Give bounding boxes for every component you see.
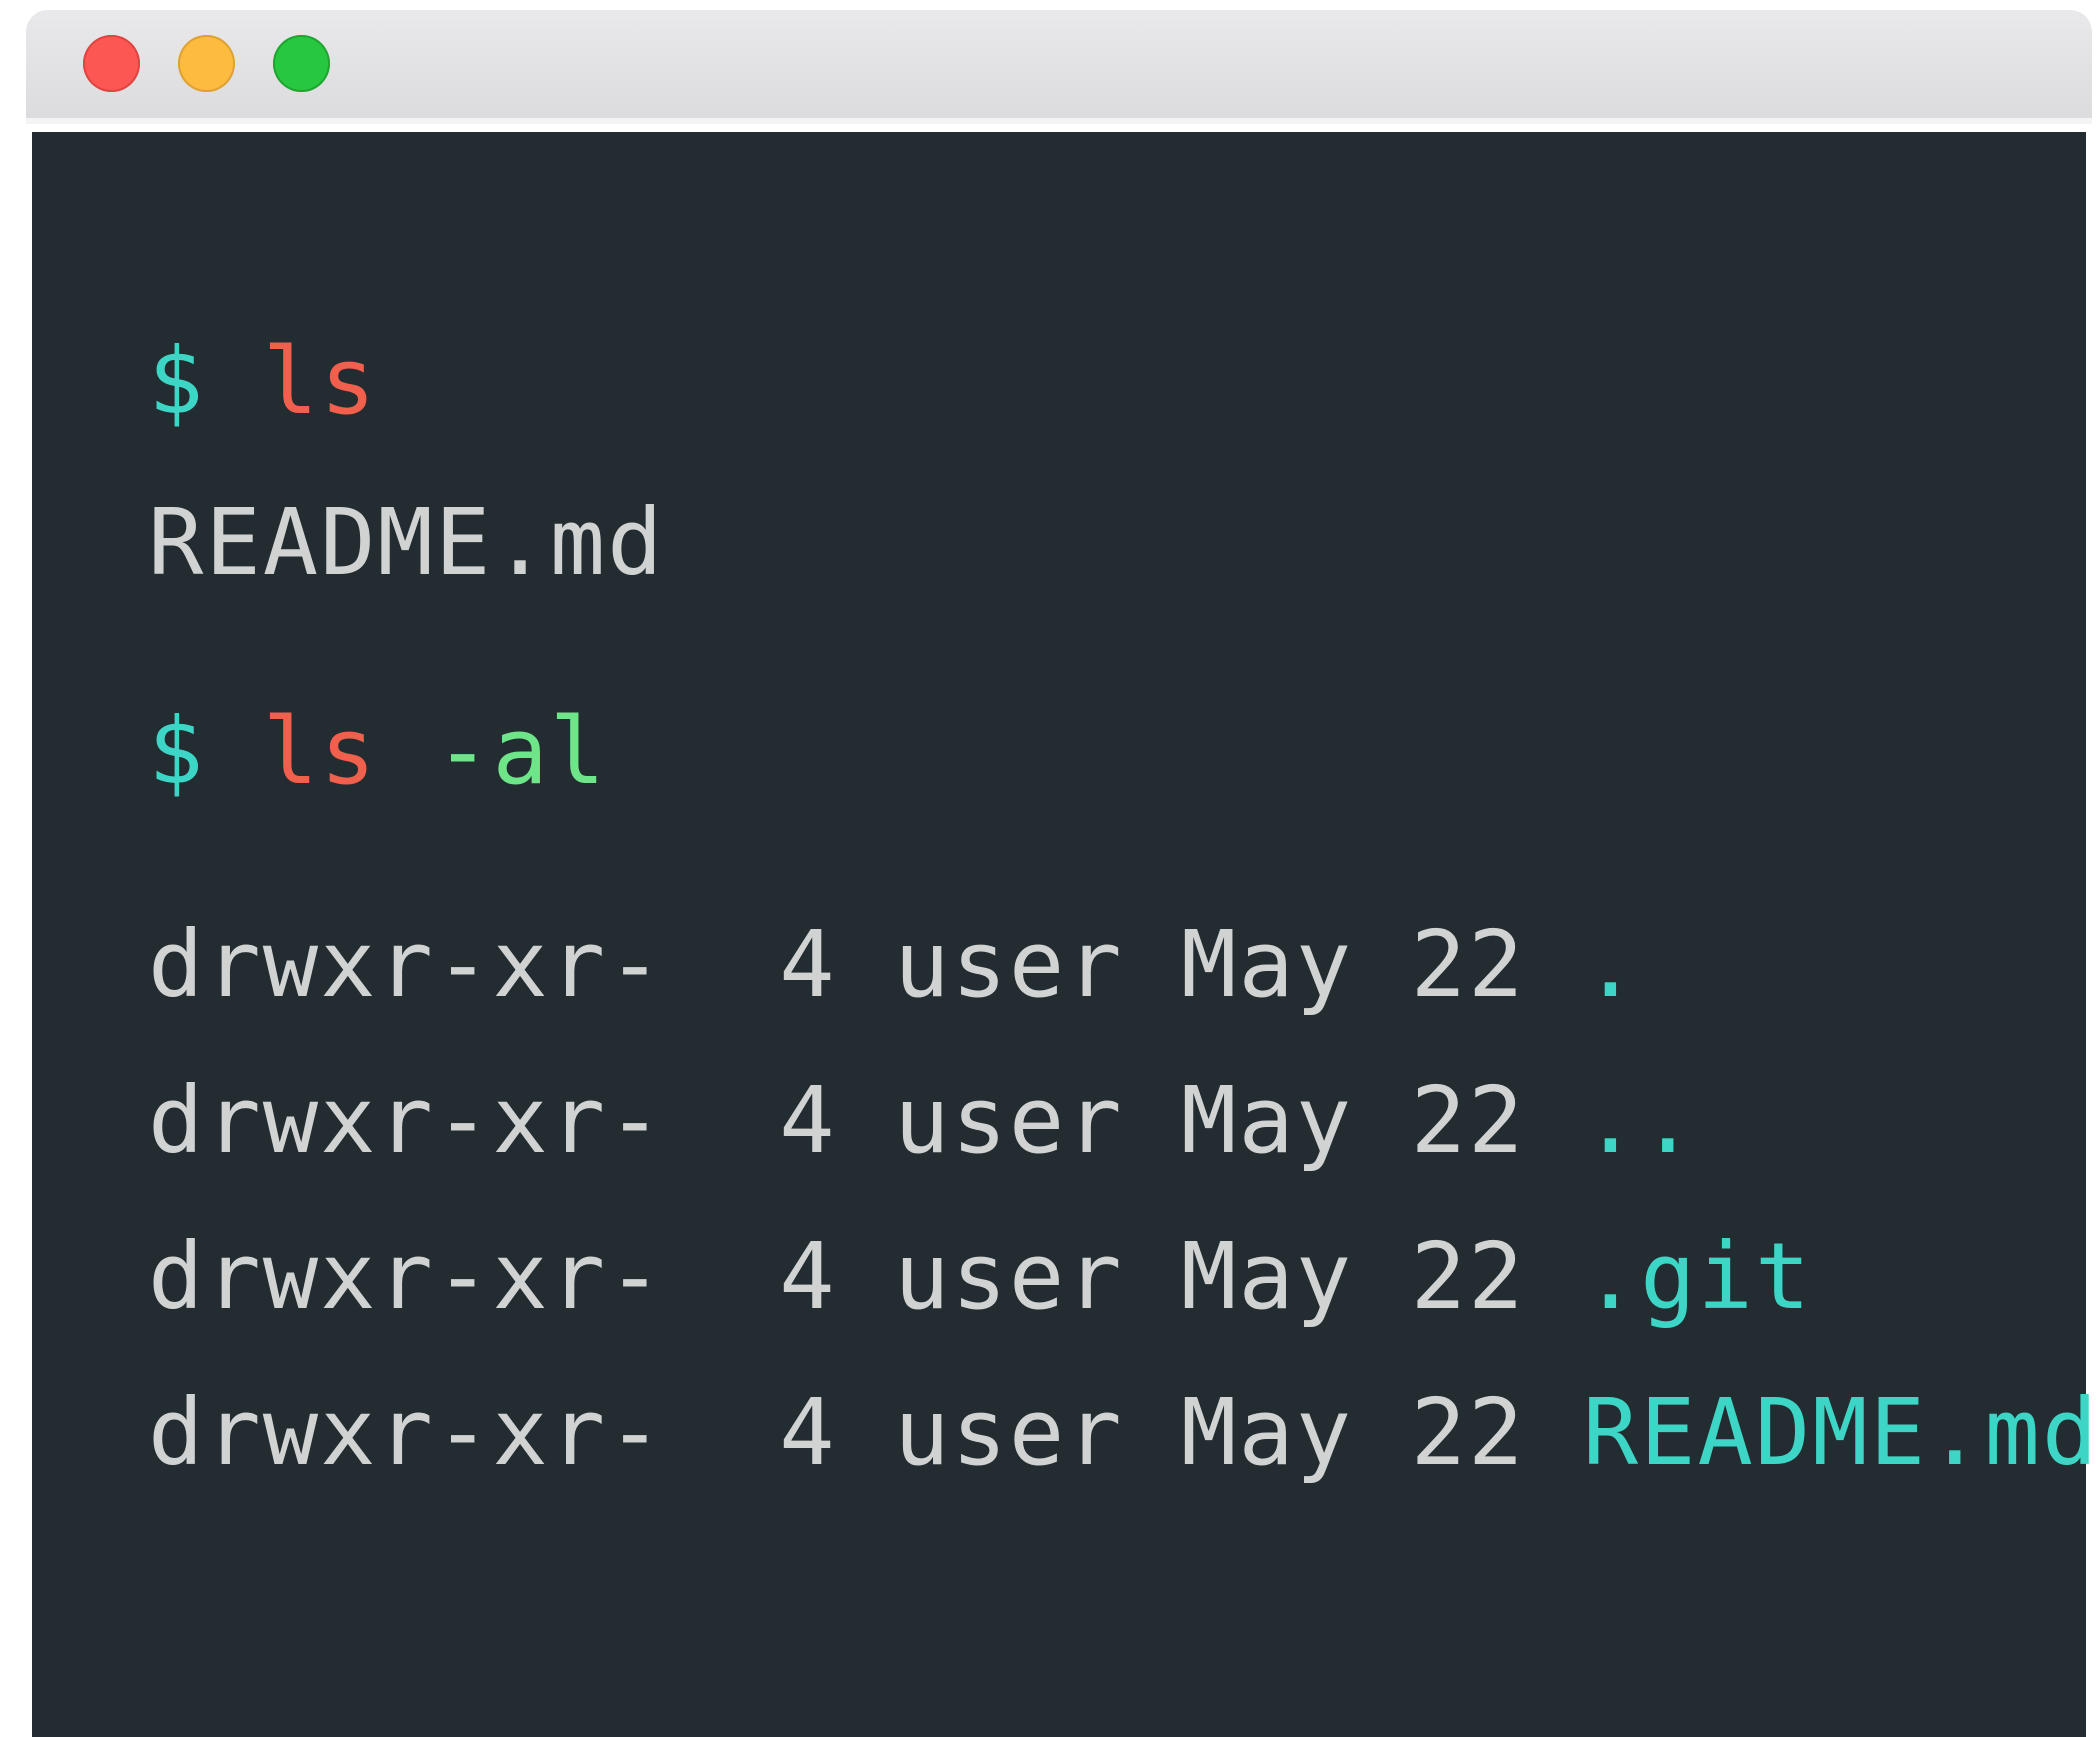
command-name: ls — [262, 328, 378, 435]
command-line: $ ls — [148, 327, 378, 437]
owner: user — [894, 1067, 1124, 1174]
close-button[interactable] — [83, 35, 140, 92]
day: 22 — [1410, 1379, 1526, 1486]
day: 22 — [1410, 1223, 1526, 1330]
day: 22 — [1410, 1067, 1526, 1174]
file-name: .. — [1582, 1067, 1698, 1174]
prompt-symbol: $ — [148, 698, 206, 805]
link-count: 4 — [779, 1379, 837, 1486]
command-output: README.md — [148, 489, 665, 596]
permissions: drwxr-xr- — [148, 1067, 665, 1174]
title-bar — [26, 10, 2092, 124]
listing-row: drwxr-xr- 4 user May 22 README.md — [148, 1378, 2092, 1488]
month: May — [1181, 911, 1354, 1018]
command-line: $ ls -al — [148, 697, 607, 807]
file-name: .git — [1582, 1223, 1813, 1330]
minimize-button[interactable] — [178, 35, 235, 92]
file-name: README.md — [1582, 1379, 2092, 1486]
maximize-button[interactable] — [273, 35, 330, 92]
command-flag: -al — [434, 698, 608, 805]
link-count: 4 — [779, 1067, 837, 1174]
listing-row: drwxr-xr- 4 user May 22 . — [148, 910, 1640, 1020]
link-count: 4 — [779, 1223, 837, 1330]
terminal-content[interactable]: $ ls README.md $ ls -al drwxr-xr- 4 user… — [32, 132, 2092, 1737]
permissions: drwxr-xr- — [148, 1223, 665, 1330]
permissions: drwxr-xr- — [148, 1379, 665, 1486]
prompt-symbol: $ — [148, 328, 206, 435]
month: May — [1181, 1067, 1354, 1174]
link-count: 4 — [779, 911, 837, 1018]
owner: user — [894, 911, 1124, 1018]
day: 22 — [1410, 911, 1526, 1018]
listing-row: drwxr-xr- 4 user May 22 .. — [148, 1066, 1698, 1176]
permissions: drwxr-xr- — [148, 911, 665, 1018]
file-name: . — [1582, 911, 1641, 1018]
month: May — [1181, 1379, 1354, 1486]
owner: user — [894, 1379, 1124, 1486]
month: May — [1181, 1223, 1354, 1330]
terminal-window: $ ls README.md $ ls -al drwxr-xr- 4 user… — [26, 10, 2092, 1737]
owner: user — [894, 1223, 1124, 1330]
command-name: ls — [262, 698, 378, 805]
listing-row: drwxr-xr- 4 user May 22 .git — [148, 1222, 1812, 1332]
